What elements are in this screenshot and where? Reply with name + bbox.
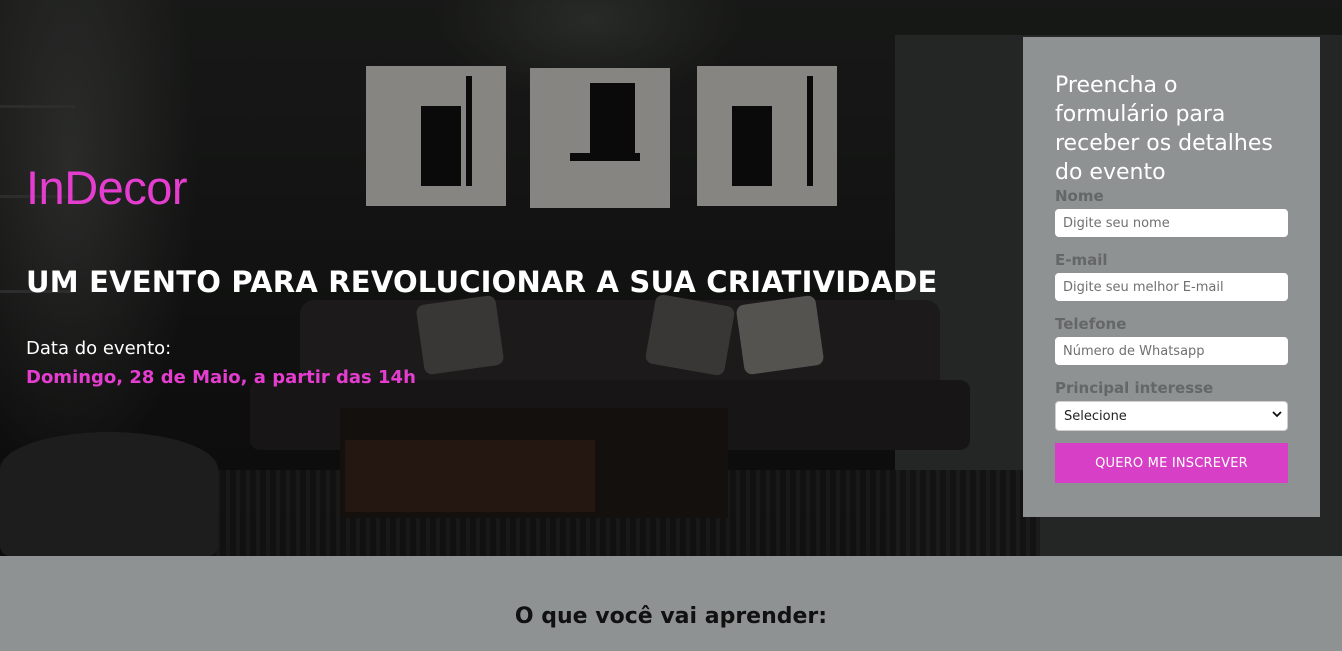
name-label: Nome — [1055, 187, 1104, 205]
phone-field-group: Telefone — [1055, 315, 1288, 365]
phone-input[interactable] — [1055, 337, 1288, 365]
signup-form: Preencha o formulário para receber os de… — [1023, 37, 1320, 517]
subscribe-button[interactable]: QUERO ME INSCREVER — [1055, 443, 1288, 483]
hero-headline: UM EVENTO PARA REVOLUCIONAR A SUA CRIATI… — [26, 265, 938, 299]
learn-section-title: O que você vai aprender: — [514, 604, 828, 629]
phone-label: Telefone — [1055, 315, 1127, 333]
name-input[interactable] — [1055, 209, 1288, 237]
email-field-group: E-mail — [1055, 251, 1288, 301]
form-title: Preencha o formulário para receber os de… — [1055, 73, 1273, 185]
email-input[interactable] — [1055, 273, 1288, 301]
interest-label: Principal interesse — [1055, 379, 1214, 397]
name-field-group: Nome — [1055, 187, 1288, 237]
brand-logo: InDecor — [26, 161, 188, 214]
interest-select[interactable]: Selecione — [1055, 401, 1288, 431]
email-label: E-mail — [1055, 251, 1108, 269]
interest-select-wrapper: Selecione — [1055, 401, 1288, 431]
interest-field-group: Principal interesse Selecione — [1055, 379, 1288, 431]
event-date-label: Data do evento: — [26, 338, 172, 359]
event-date-value: Domingo, 28 de Maio, a partir das 14h — [26, 367, 416, 388]
